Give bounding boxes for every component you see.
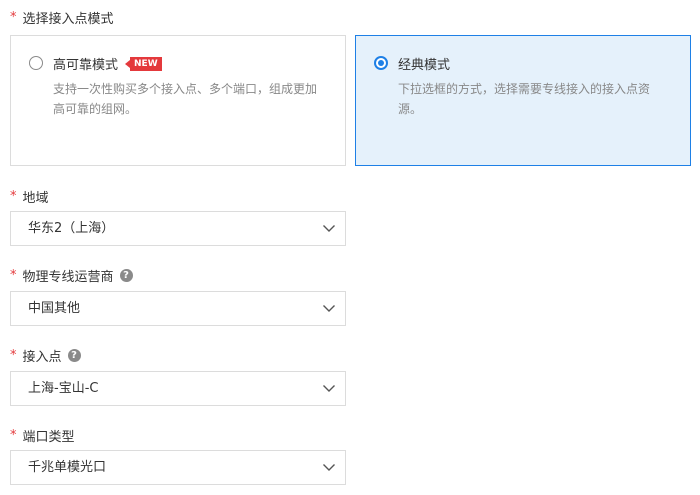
chevron-down-icon bbox=[323, 305, 335, 312]
region-label: * 地域 bbox=[10, 187, 49, 206]
port-type-label-text: 端口类型 bbox=[22, 429, 75, 445]
mode-section-label: * 选择接入点模式 bbox=[10, 8, 114, 27]
high-reliability-mode-card[interactable]: 高可靠模式 NEW 支持一次性购买多个接入点、多个端口，组成更加高可靠的组网。 bbox=[10, 35, 346, 166]
classic-description: 下拉选框的方式，选择需要专线接入的接入点资源。 bbox=[398, 82, 651, 116]
region-select-value: 华东2（上海） bbox=[28, 221, 115, 236]
provider-label-text: 物理专线运营商 bbox=[22, 269, 114, 285]
high-reliability-radio[interactable] bbox=[29, 56, 43, 70]
chevron-down-icon bbox=[323, 464, 335, 471]
port-type-select[interactable]: 千兆单模光口 bbox=[10, 450, 346, 485]
classic-radio[interactable] bbox=[374, 56, 388, 70]
access-point-select-value: 上海-宝山-C bbox=[28, 381, 99, 396]
classic-title-text: 经典模式 bbox=[398, 58, 451, 73]
provider-label: * 物理专线运营商 ? bbox=[10, 266, 133, 285]
access-point-select[interactable]: 上海-宝山-C bbox=[10, 371, 346, 406]
mode-label-text: 选择接入点模式 bbox=[22, 11, 114, 27]
chevron-down-icon bbox=[323, 225, 335, 232]
region-label-text: 地域 bbox=[22, 190, 49, 206]
port-type-select-value: 千兆单模光口 bbox=[28, 460, 107, 475]
required-mark: * bbox=[10, 188, 17, 204]
classic-title: 经典模式 bbox=[398, 54, 450, 73]
access-point-label-text: 接入点 bbox=[22, 349, 62, 365]
required-mark: * bbox=[10, 267, 17, 283]
new-badge: NEW bbox=[125, 56, 162, 71]
required-mark: * bbox=[10, 9, 17, 25]
required-mark: * bbox=[10, 427, 17, 443]
help-icon[interactable]: ? bbox=[67, 348, 81, 362]
chevron-down-icon bbox=[323, 385, 335, 392]
provider-select-value: 中国其他 bbox=[28, 301, 81, 316]
high-reliability-title: 高可靠模式 NEW bbox=[53, 54, 162, 73]
high-reliability-title-text: 高可靠模式 bbox=[53, 58, 119, 73]
required-mark: * bbox=[10, 347, 17, 363]
provider-select[interactable]: 中国其他 bbox=[10, 291, 346, 326]
access-point-label: * 接入点 ? bbox=[10, 346, 81, 365]
high-reliability-description: 支持一次性购买多个接入点、多个端口，组成更加高可靠的组网。 bbox=[53, 82, 318, 116]
port-type-label: * 端口类型 bbox=[10, 426, 75, 445]
help-icon[interactable]: ? bbox=[119, 268, 133, 282]
classic-mode-card[interactable]: 经典模式 下拉选框的方式，选择需要专线接入的接入点资源。 bbox=[355, 35, 691, 166]
region-select[interactable]: 华东2（上海） bbox=[10, 211, 346, 246]
